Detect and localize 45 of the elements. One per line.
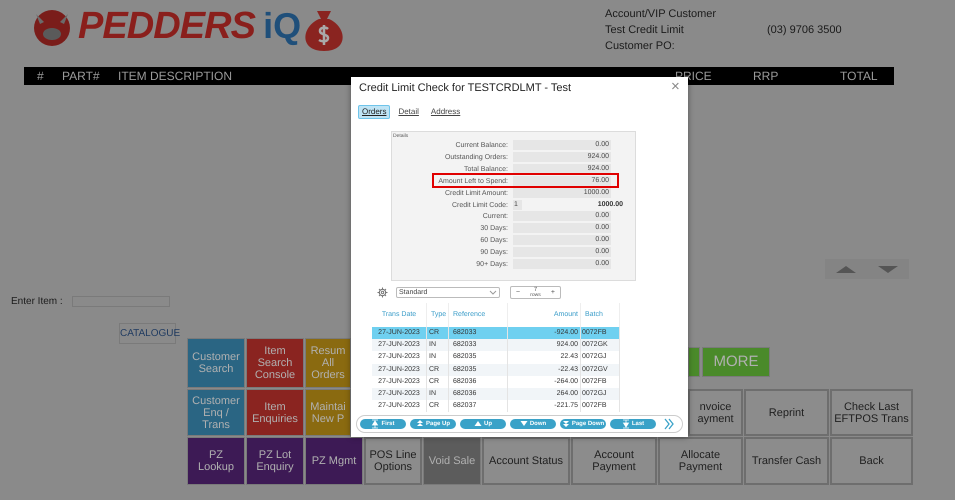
column-header: RRP	[753, 69, 778, 83]
action-tile[interactable]: Account Payment	[571, 437, 657, 485]
action-tile[interactable]: PZ Lot Enquiry	[246, 437, 304, 485]
action-tile[interactable]: Void Sale	[423, 437, 481, 485]
action-tile[interactable]: Account Status	[482, 437, 570, 485]
action-tile[interactable]: POS Line Options	[364, 437, 422, 485]
action-tile[interactable]: PZ Mgmt	[305, 437, 363, 485]
dialog-tab[interactable]: Orders	[358, 105, 390, 119]
customer-info-text: Account/VIP Customer	[605, 8, 716, 21]
double-arrow-icon	[562, 419, 570, 429]
close-button[interactable]: ×	[671, 79, 680, 94]
column-header: PART#	[62, 69, 100, 83]
action-tile[interactable]: PZ Lookup	[187, 437, 245, 485]
phone-number: (03) 9706 3500	[767, 24, 842, 37]
column-header: TOTAL	[840, 69, 878, 83]
chevron-right-icon	[664, 418, 674, 430]
action-tile[interactable]: Reprint	[744, 389, 829, 436]
column-header: ITEM DESCRIPTION	[118, 69, 232, 83]
scroll-down-button[interactable]	[878, 266, 898, 272]
dialog-title: Credit Limit Check for TESTCRDLMT - Test	[359, 82, 572, 95]
enter-item-label: Enter Item :	[11, 296, 63, 308]
double-arrow-icon	[416, 419, 424, 429]
scroll-up-button[interactable]	[836, 266, 856, 272]
action-tile[interactable]: Allocate Payment	[658, 437, 743, 485]
dialog-tab[interactable]: Address	[426, 105, 464, 119]
action-tile[interactable]: Check Last EFTPOS Trans	[830, 389, 913, 436]
customer-info-text: Test Credit Limit	[605, 24, 685, 37]
action-tile[interactable]: Customer Search	[187, 338, 245, 388]
customer-info-text: Customer PO:	[605, 40, 676, 53]
dialog-tab[interactable]: Detail	[394, 105, 423, 119]
action-tile[interactable]: Item Search Console	[246, 338, 304, 388]
action-tile[interactable]: Customer Enq / Trans	[187, 389, 245, 436]
action-tile[interactable]	[688, 347, 700, 377]
logo-suffix: iQ	[263, 8, 302, 44]
action-tile[interactable]: Item Enquiries	[246, 389, 304, 436]
action-tile[interactable]: Transfer Cash	[744, 437, 829, 485]
dropdown-caret-icon	[489, 290, 497, 295]
settings-icon	[377, 287, 388, 298]
action-tile[interactable]: Back	[830, 437, 913, 485]
logo-text: PEDDERS	[78, 7, 256, 45]
action-tile[interactable]: nvoice ayment	[688, 389, 743, 436]
double-arrow-icon	[371, 419, 380, 429]
double-arrow-icon	[622, 419, 630, 429]
column-header: #	[37, 69, 44, 83]
up-triangle-icon	[474, 419, 482, 429]
